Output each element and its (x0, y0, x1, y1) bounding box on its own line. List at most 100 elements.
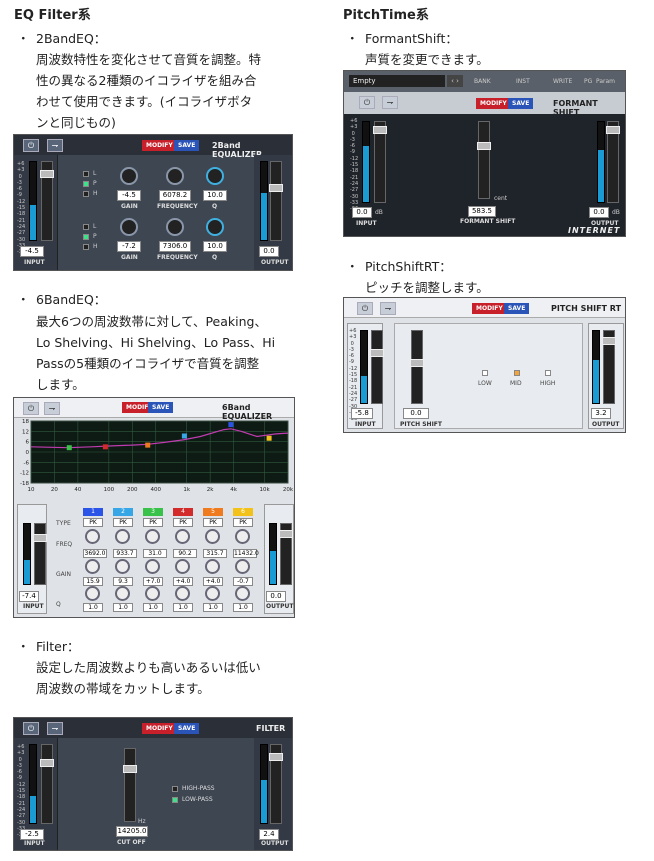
gain-knob[interactable] (235, 559, 250, 574)
output-value[interactable]: 3.2 (591, 408, 611, 419)
q-knob[interactable] (85, 586, 100, 601)
gain-value[interactable]: -4.5 (117, 190, 141, 201)
input-value[interactable]: 0.0 (352, 207, 372, 218)
q-knob[interactable] (205, 586, 220, 601)
route-button[interactable]: ⇁ (47, 722, 63, 735)
freq-value[interactable]: 933.7 (113, 549, 137, 558)
save-button[interactable]: SAVE (504, 303, 530, 314)
q-value[interactable]: 1.0 (233, 603, 253, 612)
gain-value[interactable]: 15.9 (83, 577, 103, 586)
power-button[interactable]: ⏻ (23, 139, 39, 152)
type-value[interactable]: PK (233, 518, 253, 527)
modify-button[interactable]: MODIFY (142, 140, 177, 151)
lo-check[interactable] (83, 224, 89, 230)
gain-knob[interactable] (120, 218, 138, 236)
type-value[interactable]: PK (143, 518, 163, 527)
type-value[interactable]: PK (203, 518, 223, 527)
input-fader[interactable] (370, 330, 384, 404)
freq-knob[interactable] (115, 529, 130, 544)
route-button[interactable]: ⇁ (47, 139, 63, 152)
gain-knob[interactable] (145, 559, 160, 574)
band-button[interactable]: 4 (173, 508, 193, 516)
pitch-shift-fader[interactable] (410, 330, 424, 404)
mid-check[interactable] (514, 370, 520, 376)
freq-value[interactable]: 3692.0 (83, 549, 107, 558)
freq-knob[interactable] (85, 529, 100, 544)
hi-check[interactable] (83, 191, 89, 197)
low-pass-check[interactable] (172, 797, 178, 803)
gain-value[interactable]: 9.3 (113, 577, 133, 586)
gain-value[interactable]: +4.0 (203, 577, 223, 586)
freq-knob[interactable] (145, 529, 160, 544)
freq-knob[interactable] (205, 529, 220, 544)
q-value[interactable]: 1.0 (143, 603, 163, 612)
save-button[interactable]: SAVE (508, 98, 534, 109)
q-knob[interactable] (115, 586, 130, 601)
formant-shift-fader[interactable] (477, 121, 491, 199)
frequency-value[interactable]: 7306.0 (159, 241, 191, 252)
freq-value[interactable]: 90.2 (173, 549, 197, 558)
type-value[interactable]: PK (83, 518, 103, 527)
save-button[interactable]: SAVE (174, 723, 200, 734)
input-fader[interactable] (40, 744, 54, 824)
output-fader[interactable] (602, 330, 616, 404)
modify-button[interactable]: MODIFY (472, 303, 507, 314)
freq-knob[interactable] (175, 529, 190, 544)
freq-value[interactable]: 315.7 (203, 549, 227, 558)
modify-button[interactable]: MODIFY (476, 98, 511, 109)
q-knob[interactable] (175, 586, 190, 601)
q-value[interactable]: 1.0 (113, 603, 133, 612)
power-button[interactable]: ⏻ (357, 302, 373, 315)
q-value[interactable]: 1.0 (173, 603, 193, 612)
output-fader[interactable] (269, 744, 283, 824)
cutoff-value[interactable]: 14205.0 (116, 826, 148, 837)
pitch-shift-value[interactable]: 0.0 (403, 408, 429, 419)
input-fader[interactable] (33, 523, 47, 585)
freq-knob[interactable] (235, 529, 250, 544)
q-knob[interactable] (206, 167, 224, 185)
band-button[interactable]: 1 (83, 508, 103, 516)
gain-knob[interactable] (115, 559, 130, 574)
q-value[interactable]: 1.0 (203, 603, 223, 612)
gain-knob[interactable] (175, 559, 190, 574)
type-value[interactable]: PK (173, 518, 193, 527)
hi-check[interactable] (83, 244, 89, 250)
input-value[interactable]: -4.5 (20, 246, 44, 257)
q-knob[interactable] (235, 586, 250, 601)
input-value[interactable]: -7.4 (19, 591, 39, 602)
gain-value[interactable]: +7.0 (143, 577, 163, 586)
output-value[interactable]: 0.0 (259, 246, 279, 257)
frequency-knob[interactable] (166, 218, 184, 236)
eq-curve-chart[interactable]: 181260-6-12-1810 20 40 100 200 400 1k 2k 4k 10k 20… (14, 418, 295, 500)
peak-check[interactable] (83, 181, 89, 187)
frequency-knob[interactable] (166, 167, 184, 185)
route-button[interactable]: ⇁ (382, 96, 398, 109)
freq-value[interactable]: 31.0 (143, 549, 167, 558)
output-fader[interactable] (279, 523, 293, 585)
preset-nav-icon[interactable]: ‹ › (447, 75, 463, 87)
peak-check[interactable] (83, 234, 89, 240)
route-button[interactable]: ⇁ (44, 402, 60, 415)
q-value[interactable]: 10.0 (203, 241, 227, 252)
band-button[interactable]: 5 (203, 508, 223, 516)
gain-knob[interactable] (205, 559, 220, 574)
output-fader[interactable] (269, 161, 283, 241)
band-button[interactable]: 6 (233, 508, 253, 516)
type-value[interactable]: PK (113, 518, 133, 527)
power-button[interactable]: ⏻ (359, 96, 375, 109)
power-button[interactable]: ⏻ (23, 722, 39, 735)
cutoff-fader[interactable] (123, 748, 137, 822)
modify-button[interactable]: MODIFY (142, 723, 177, 734)
output-value[interactable]: 0.0 (589, 207, 609, 218)
band-button[interactable]: 2 (113, 508, 133, 516)
input-value[interactable]: -2.5 (20, 829, 44, 840)
preset-selector[interactable]: Empty (349, 75, 445, 87)
power-button[interactable]: ⏻ (23, 402, 39, 415)
frequency-value[interactable]: 6078.2 (159, 190, 191, 201)
input-fader[interactable] (40, 161, 54, 241)
q-knob[interactable] (206, 218, 224, 236)
input-value[interactable]: -5.8 (351, 408, 373, 419)
gain-value[interactable]: +4.0 (173, 577, 193, 586)
freq-value[interactable]: 11432.0 (233, 549, 259, 558)
output-fader[interactable] (606, 121, 620, 203)
